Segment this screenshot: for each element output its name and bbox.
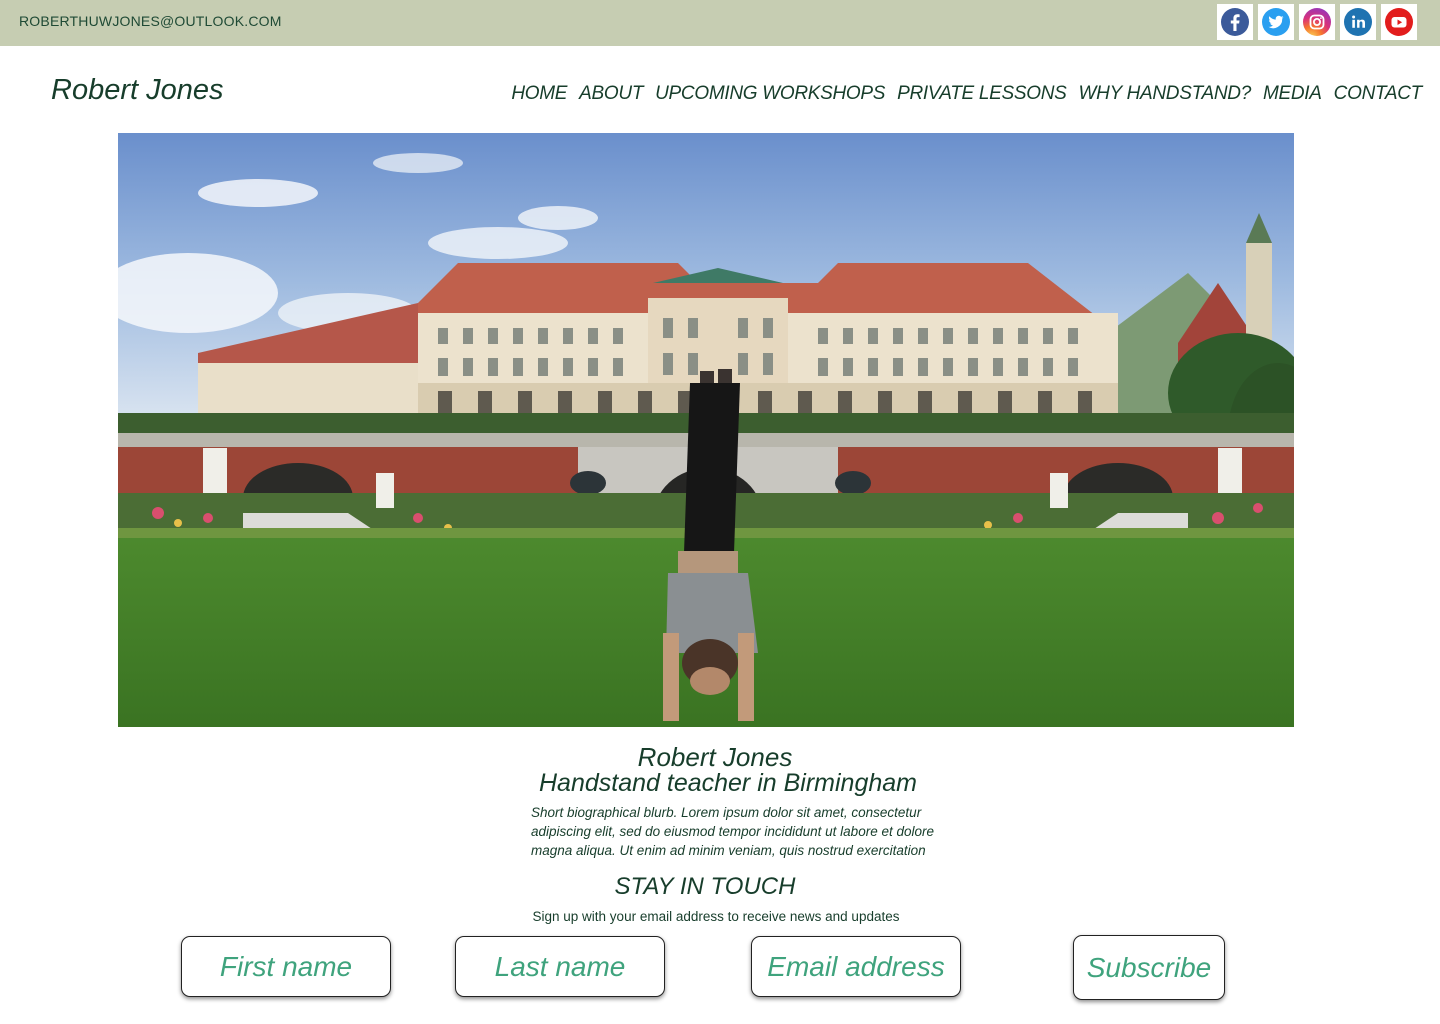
linkedin-icon [1344, 8, 1372, 36]
last-name-field-box [455, 936, 665, 997]
nav-home[interactable]: HOME [511, 83, 567, 105]
last-name-input[interactable] [456, 937, 664, 996]
main-nav: HOME ABOUT UPCOMING WORKSHOPS PRIVATE LE… [511, 83, 1422, 105]
instagram-icon [1303, 8, 1331, 36]
site-header: Robert Jones HOME ABOUT UPCOMING WORKSHO… [0, 46, 1440, 133]
nav-media[interactable]: MEDIA [1263, 83, 1322, 105]
first-name-input[interactable] [182, 937, 390, 996]
subscribe-button[interactable]: Subscribe [1073, 935, 1225, 1000]
nav-private-lessons[interactable]: PRIVATE LESSONS [897, 83, 1067, 105]
intro-subtitle: Handstand teacher in Birmingham [539, 769, 917, 797]
newsletter-description: Sign up with your email address to recei… [532, 909, 900, 924]
facebook-icon [1221, 8, 1249, 36]
nav-contact[interactable]: CONTACT [1334, 83, 1423, 105]
nav-upcoming-workshops[interactable]: UPCOMING WORKSHOPS [655, 83, 885, 105]
top-bar: ROBERTHUWJONES@OUTLOOK.COM [0, 0, 1440, 46]
contact-email[interactable]: ROBERTHUWJONES@OUTLOOK.COM [19, 13, 282, 29]
youtube-link[interactable] [1381, 4, 1417, 40]
nav-why-handstand[interactable]: WHY HANDSTAND? [1079, 83, 1252, 105]
email-field-box [751, 936, 961, 997]
instagram-link[interactable] [1299, 4, 1335, 40]
site-brand[interactable]: Robert Jones [51, 74, 224, 107]
youtube-icon [1385, 8, 1413, 36]
twitter-link[interactable] [1258, 4, 1294, 40]
nav-about[interactable]: ABOUT [579, 83, 643, 105]
twitter-icon [1262, 8, 1290, 36]
email-input[interactable] [752, 937, 960, 996]
social-links [1217, 4, 1417, 40]
hero-photo [118, 133, 1294, 727]
first-name-field-box [181, 936, 391, 997]
intro-bio: Short biographical blurb. Lorem ipsum do… [531, 805, 934, 858]
newsletter-heading: STAY IN TOUCH [614, 873, 796, 900]
linkedin-link[interactable] [1340, 4, 1376, 40]
facebook-link[interactable] [1217, 4, 1253, 40]
